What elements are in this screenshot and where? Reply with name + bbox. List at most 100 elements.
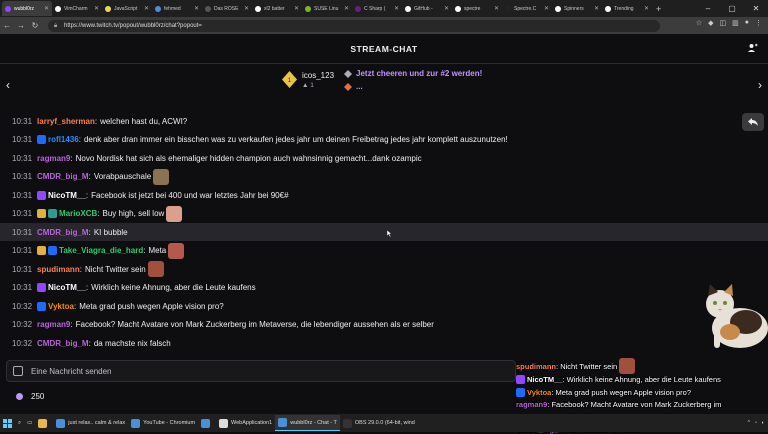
user-badge-icon[interactable] [37, 246, 47, 255]
browser-tab[interactable]: fehmed ✕ [152, 1, 202, 16]
tab-close-icon[interactable]: ✕ [394, 5, 399, 12]
minimize-button[interactable]: – [696, 4, 720, 13]
chat-message[interactable]: 10:31 NicoTM__: Wirklich keine Ahnung, abe… [0, 279, 768, 297]
channel-points[interactable]: 250 [16, 392, 44, 401]
task-view-icon[interactable]: ▭ [24, 415, 35, 431]
file-explorer-icon[interactable] [35, 415, 53, 431]
emote-picker-icon[interactable] [13, 366, 23, 376]
tab-close-icon[interactable]: ✕ [244, 5, 249, 12]
browser-tab[interactable]: spectre ✕ [452, 1, 502, 16]
emote-icon[interactable] [147, 261, 164, 277]
message-username[interactable]: CMDR_big_M [37, 339, 89, 348]
message-username[interactable]: ragman9 [37, 320, 70, 329]
network-icon[interactable]: ◔ [754, 420, 757, 426]
tab-close-icon[interactable]: ✕ [94, 5, 99, 12]
reload-icon[interactable]: ↻ [28, 21, 42, 30]
browser-tab[interactable]: GitHub - ✕ [402, 1, 452, 16]
browser-tab[interactable]: Trending ✕ [602, 1, 652, 16]
user-badge-icon[interactable] [37, 301, 47, 311]
browser-tab[interactable]: Das ROSE ✕ [202, 1, 252, 16]
message-username[interactable]: CMDR_big_M [37, 228, 89, 237]
browser-tab[interactable]: wubbl0rz ✕ [2, 1, 52, 16]
chat-message[interactable]: 10:32 Vyktoa: Meta grad push wegen Apple v… [0, 297, 768, 315]
tab-close-icon[interactable]: ✕ [144, 5, 149, 12]
chevron-right-icon[interactable]: › [758, 78, 762, 92]
message-username[interactable]: Take_Viagra_die_hard [59, 246, 143, 255]
puzzle-icon[interactable]: ◫ [720, 19, 727, 27]
browser-tab[interactable]: Spinners ✕ [552, 1, 602, 16]
message-username[interactable]: CMDR_big_M [37, 172, 89, 181]
community-icon[interactable] [748, 43, 758, 53]
volume-icon[interactable]: ◖ [761, 420, 764, 426]
browser-tab[interactable]: xl2 batter ✕ [252, 1, 302, 16]
user-badge-icon[interactable] [37, 283, 47, 292]
leader-username[interactable]: icos_123 [302, 71, 334, 80]
menu-icon[interactable]: ⋮ [755, 19, 762, 27]
maximize-button[interactable]: ▢ [720, 4, 744, 13]
message-username[interactable]: larryf_sherman [37, 117, 95, 126]
taskbar-app[interactable]: just relax.. calm & relax [53, 415, 128, 431]
chevron-left-icon[interactable]: ‹ [6, 78, 10, 92]
tab-close-icon[interactable]: ✕ [644, 5, 649, 12]
tab-close-icon[interactable]: ✕ [444, 5, 449, 12]
start-icon[interactable] [0, 415, 15, 431]
taskbar-app[interactable]: YouTube - Chromium [128, 415, 198, 431]
browser-tab[interactable]: VimCharm ✕ [52, 1, 102, 16]
tab-close-icon[interactable]: ✕ [344, 5, 349, 12]
close-window-button[interactable]: ✕ [744, 4, 768, 13]
forward-icon[interactable]: → [14, 21, 28, 30]
chat-message[interactable]: 10:31 spudimann: Nicht Twitter sein [0, 260, 768, 278]
browser-tab[interactable]: SUSE Linu ✕ [302, 1, 352, 16]
chat-message[interactable]: 10:32 CMDR_big_M: da machste nix falsch [0, 334, 768, 352]
chat-message[interactable]: 10:31 NicoTM__: Facebook ist jetzt bei 400… [0, 186, 768, 204]
cheer-prompt[interactable]: Jetzt cheeren und zur #2 werden! [344, 69, 482, 78]
chat-message[interactable]: 10:31 CMDR_big_M: KI bubble [0, 223, 768, 241]
sidebar-icon[interactable]: ▥ [732, 19, 739, 27]
message-username[interactable]: MarioXCB [59, 209, 97, 218]
search-icon[interactable]: ⌕ [15, 415, 24, 431]
user-badge-icon[interactable] [37, 190, 47, 200]
profile-icon[interactable]: ● [745, 19, 749, 27]
taskbar-app[interactable]: WebApplication1 [216, 415, 275, 431]
browser-tab[interactable]: C Sharp (✕ [352, 1, 402, 16]
message-username[interactable]: ragman9 [37, 154, 70, 163]
tab-close-icon[interactable]: ✕ [594, 5, 599, 12]
tab-close-icon[interactable]: ✕ [44, 5, 49, 12]
tab-close-icon[interactable]: ✕ [194, 5, 199, 12]
chat-message[interactable]: 10:31 larryf_sherman: welchen hast du, ACW… [0, 112, 768, 130]
taskbar-app[interactable]: wubbl0rz - Chat - T [275, 415, 340, 431]
taskbar-app[interactable] [198, 415, 216, 431]
emote-icon[interactable] [166, 205, 183, 222]
message-username[interactable]: spudimann [37, 265, 80, 274]
back-icon[interactable]: ← [0, 21, 14, 30]
chat-input[interactable]: Eine Nachricht senden [6, 360, 516, 382]
emote-icon[interactable] [153, 168, 170, 185]
browser-tab[interactable]: Spectre.C ✕ [502, 1, 552, 16]
message-username[interactable]: Vyktoa [48, 302, 74, 311]
message-username[interactable]: rofl1436 [48, 135, 79, 144]
chat-message[interactable]: 10:31 Take_Viagra_die_hard: Meta [0, 242, 768, 260]
address-bar[interactable]: 🔒︎ https://www.twitch.tv/popout/wubbl0rz… [48, 19, 660, 32]
browser-tab[interactable]: JavaScript ✕ [102, 1, 152, 16]
tray-chevron-icon[interactable]: ^ [748, 420, 750, 426]
user-badge-icon[interactable] [37, 209, 47, 218]
message-username[interactable]: NicoTM__ [48, 283, 86, 292]
extension-icon[interactable]: ◆ [708, 19, 713, 27]
taskbar-app[interactable]: OBS 29.0.0 (64-bit, wind [340, 415, 418, 431]
chat-message[interactable]: 10:31 ragman9: Novo Nordisk hat sich als e… [0, 149, 768, 167]
reply-button[interactable] [742, 113, 764, 131]
chat-message[interactable]: 10:31 MarioXCB: Buy high, sell low [0, 205, 768, 223]
chat-message[interactable]: 10:32 ragman9: Facebook? Macht Avatare von… [0, 316, 768, 334]
user-badge-icon[interactable] [48, 246, 58, 255]
chat-message[interactable]: 10:31 CMDR_big_M: Vorabpauschale [0, 168, 768, 186]
new-tab-button[interactable]: + [656, 4, 661, 14]
message-username[interactable]: NicoTM__ [48, 191, 86, 200]
tab-close-icon[interactable]: ✕ [544, 5, 549, 12]
user-badge-icon[interactable] [37, 135, 47, 144]
bookmark-star-icon[interactable]: ☆ [696, 19, 702, 27]
tab-close-icon[interactable]: ✕ [294, 5, 299, 12]
tab-close-icon[interactable]: ✕ [494, 5, 499, 12]
user-badge-icon[interactable] [48, 209, 58, 218]
chat-message[interactable]: 10:31 rofl1436: denk aber dran immer ein b… [0, 131, 768, 149]
emote-icon[interactable] [168, 242, 185, 259]
